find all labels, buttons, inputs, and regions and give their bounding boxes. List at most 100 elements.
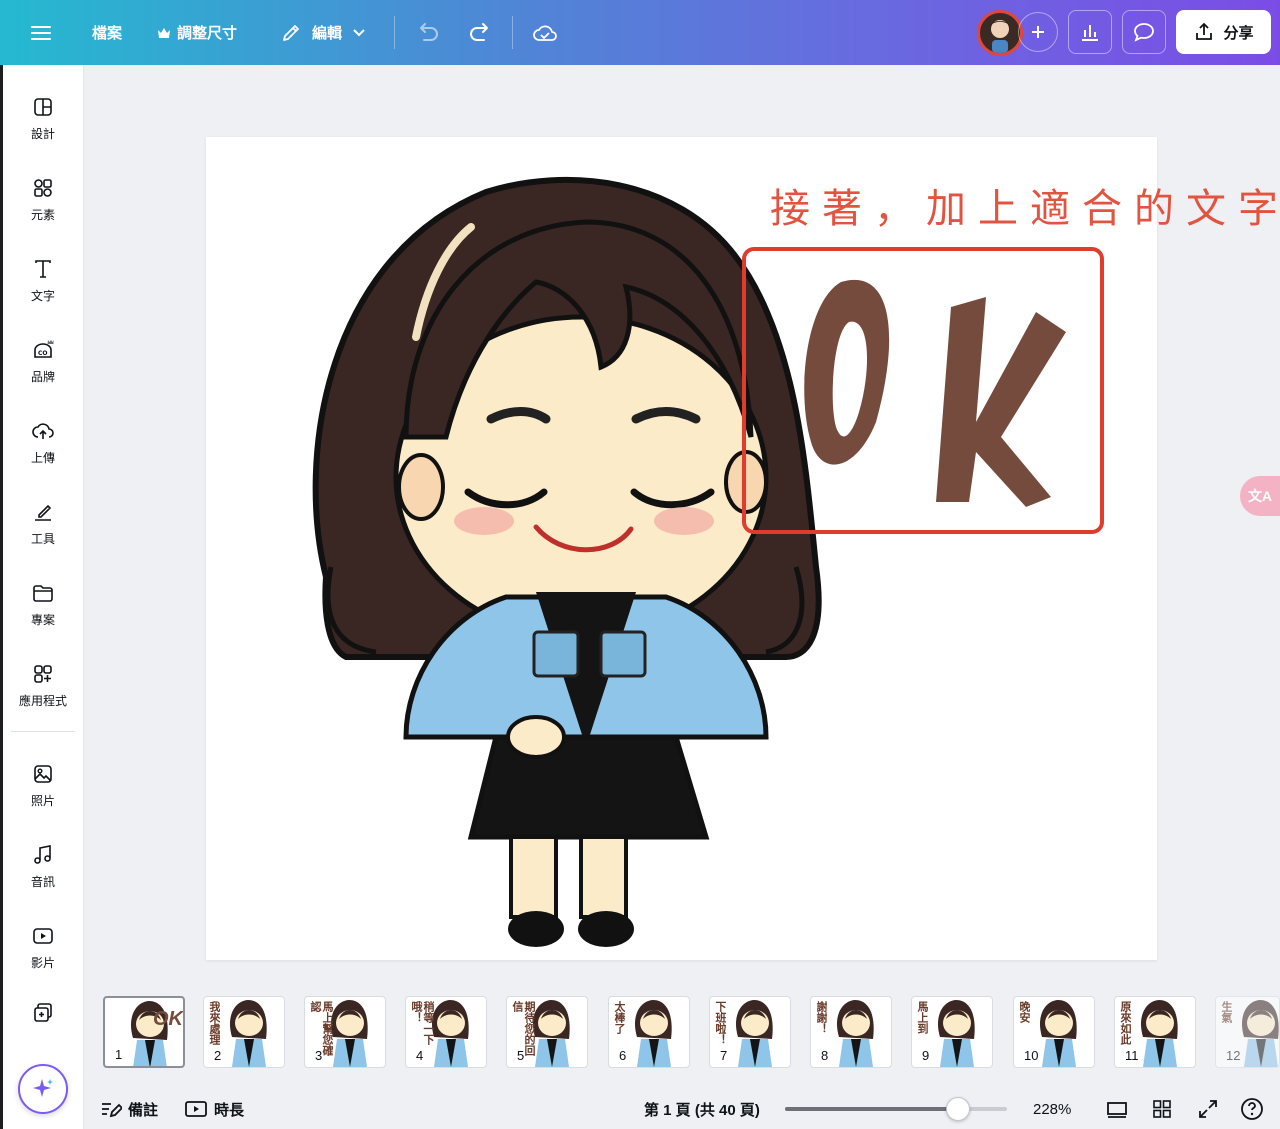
sidebar-item-upload[interactable]: 上傳	[3, 403, 83, 481]
thumbnail-page-number: 5	[517, 1048, 525, 1063]
audio-icon	[34, 844, 51, 864]
sidebar-item-more[interactable]	[3, 989, 83, 1037]
page-thumbnail-5[interactable]: 期待您的回信 5	[506, 996, 588, 1068]
file-menu-button[interactable]: 檔案	[92, 0, 122, 65]
thumbnail-character-image	[937, 1000, 975, 1067]
design-icon	[34, 97, 52, 116]
thumbnail-page-number: 10	[1024, 1048, 1039, 1063]
comments-button[interactable]	[1122, 10, 1166, 54]
play-box-icon	[185, 1101, 207, 1117]
user-avatar[interactable]	[977, 10, 1023, 56]
grid-view-button[interactable]	[1152, 1096, 1172, 1122]
duration-label: 時長	[214, 1101, 245, 1119]
page-view-button[interactable]	[1106, 1096, 1128, 1122]
help-button[interactable]	[1240, 1096, 1264, 1122]
page-thumbnail-9[interactable]: 馬上到 9	[911, 996, 993, 1068]
translate-button[interactable]: 文A	[1240, 476, 1280, 516]
edit-mode-button[interactable]: 編輯	[280, 0, 366, 65]
thumbnail-page-number: 8	[821, 1048, 829, 1063]
page-thumbnail-2[interactable]: 我來處理 2	[203, 996, 285, 1068]
thumbnail-page-number: 1	[115, 1047, 123, 1062]
redo-button[interactable]	[467, 0, 493, 65]
zoom-level-button[interactable]: 228%	[1033, 1096, 1071, 1122]
page-thumbnail-10[interactable]: 晚安 10	[1013, 996, 1095, 1068]
translate-icon: 文A	[1247, 488, 1273, 504]
thumbnail-character-image	[634, 1000, 672, 1067]
sidebar-item-label: 文字	[30, 288, 55, 303]
sidebar-item-projects[interactable]: 專案	[3, 565, 83, 643]
share-button[interactable]: 分享	[1176, 10, 1271, 54]
sidebar-item-elements[interactable]: 元素	[3, 160, 83, 238]
page-indicator[interactable]: 第 1 頁 (共 40 頁)	[644, 1096, 760, 1122]
text-icon	[35, 259, 51, 278]
page-thumbnail-3[interactable]: 馬上幫您確認 3	[304, 996, 386, 1068]
insights-button[interactable]	[1068, 10, 1112, 54]
projects-icon	[33, 584, 53, 602]
zoom-slider-handle[interactable]	[946, 1097, 971, 1121]
duration-button[interactable]: 時長	[184, 1096, 244, 1122]
page-thumbnail-8[interactable]: 謝謝！ 8	[810, 996, 892, 1068]
sidebar-divider	[11, 731, 75, 732]
resize-button[interactable]: 調整尺寸	[157, 0, 237, 65]
sidebar-item-label: 上傳	[30, 450, 55, 465]
thumbnail-page-number: 11	[1125, 1048, 1139, 1063]
menu-button[interactable]	[30, 0, 52, 65]
page-thumbnail-11[interactable]: 原來如此 11	[1114, 996, 1196, 1068]
magic-assistant-button[interactable]	[18, 1064, 68, 1114]
add-collaborator-button[interactable]	[1018, 12, 1058, 52]
sidebar-item-photos[interactable]: 照片	[3, 746, 83, 824]
thumbnail-page-number: 9	[922, 1048, 930, 1063]
sidebar-item-label: 影片	[30, 955, 55, 970]
chevron-down-icon	[353, 28, 365, 36]
annotation-text: 接著，加上適合的文字	[770, 186, 1280, 232]
cloud-check-icon	[533, 25, 557, 41]
bar-chart-icon	[1082, 25, 1098, 41]
sidebar-item-brand[interactable]: CO 品牌	[3, 322, 83, 400]
comment-icon	[1134, 23, 1154, 42]
plus-icon	[1032, 26, 1044, 38]
thumbnail-character-image	[735, 1000, 773, 1067]
svg-text:CO: CO	[38, 350, 48, 357]
zoom-level-text: 228%	[1033, 1100, 1072, 1118]
undo-icon	[420, 22, 438, 41]
thumbnail-page-number: 2	[214, 1048, 222, 1063]
sidebar-item-label: 元素	[30, 207, 55, 222]
edit-mode-label: 編輯	[312, 25, 343, 42]
cloud-sync-button[interactable]	[532, 0, 558, 65]
thumbnail-character-image	[229, 1000, 267, 1067]
zoom-slider-fill	[785, 1107, 959, 1111]
notes-button[interactable]: 備註	[100, 1096, 158, 1122]
page-thumbnail-6[interactable]: 太棒了 6	[608, 996, 690, 1068]
page-thumbnail-7[interactable]: 下班啦！ 7	[709, 996, 791, 1068]
upload-icon	[32, 422, 54, 439]
share-label: 分享	[1223, 24, 1254, 42]
toolbar-divider	[512, 16, 513, 49]
photos-icon	[34, 764, 52, 783]
toolbar-divider	[394, 16, 395, 49]
share-upload-icon	[1196, 22, 1213, 40]
sidebar-item-design[interactable]: 設計	[3, 79, 83, 157]
page-thumbnail-12[interactable]: 生氣 12	[1215, 996, 1280, 1068]
page-thumbnail-4[interactable]: 稍等一下哦！ 4	[405, 996, 487, 1068]
notes-icon	[102, 1103, 122, 1118]
sidebar-item-apps[interactable]: 應用程式	[3, 646, 83, 724]
undo-button[interactable]	[415, 0, 441, 65]
sidebar-item-tools[interactable]: 工具	[3, 484, 83, 562]
redo-icon	[470, 22, 488, 41]
page-view-icon	[1107, 1102, 1127, 1118]
sidebar-item-video[interactable]: 影片	[3, 908, 83, 986]
thumbnail-page-number: 7	[720, 1048, 728, 1063]
brand-icon: CO	[34, 339, 54, 358]
thumbnail-text: OK	[153, 1008, 183, 1030]
sidebar-item-label: 品牌	[30, 369, 55, 384]
sidebar-item-label: 專案	[30, 612, 55, 627]
sidebar-item-label: 設計	[30, 126, 55, 141]
fullscreen-button[interactable]	[1197, 1096, 1219, 1122]
sidebar-item-text[interactable]: 文字	[3, 241, 83, 319]
zoom-slider-track[interactable]	[785, 1107, 1007, 1111]
sidebar-item-label: 應用程式	[18, 693, 67, 708]
page-thumbnail-1[interactable]: OK 1	[103, 996, 185, 1068]
video-icon	[33, 927, 53, 944]
sidebar-item-label: 工具	[30, 531, 55, 546]
sidebar-item-audio[interactable]: 音訊	[3, 827, 83, 905]
